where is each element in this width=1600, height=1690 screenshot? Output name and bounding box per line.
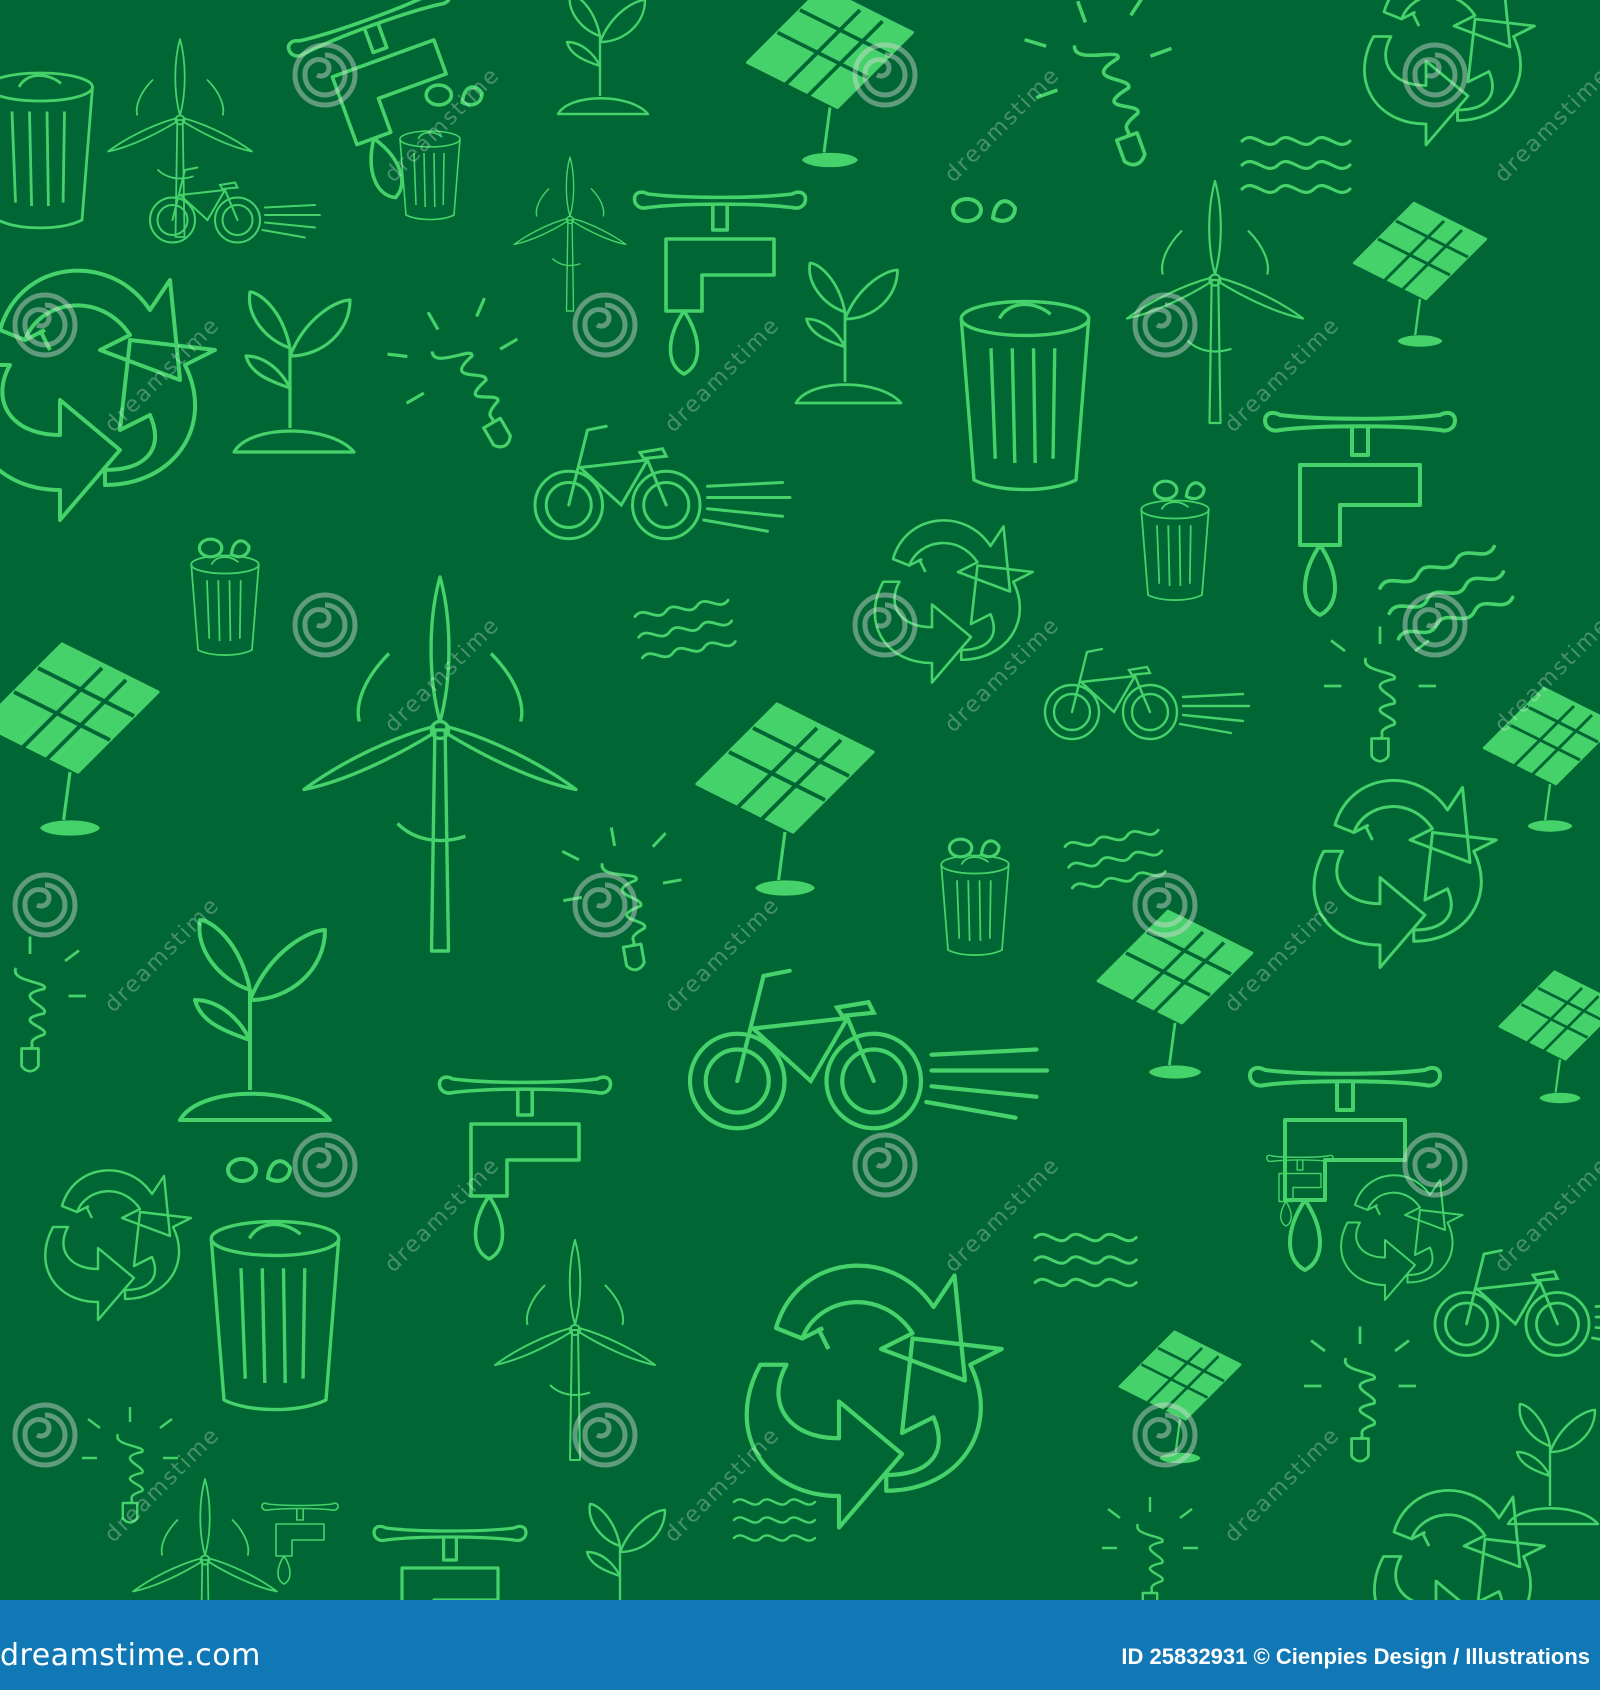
stock-site-name: dreamstime.com [0,1638,261,1673]
wave-icon [633,595,738,663]
light-bulb-icon [1302,1325,1418,1463]
stock-image-credit: ID 25832931 © Cienpies Design / Illustra… [1121,1644,1590,1669]
pattern-canvas [0,0,1600,1600]
wind-turbine-icon [1125,179,1305,425]
wave-icon [1033,1232,1138,1288]
solar-panel-icon [1352,201,1488,348]
wind-turbine-icon [513,156,627,312]
seeds-icon [424,83,484,107]
stock-footer-bar: dreamstime.com ID 25832931 © Cienpies De… [0,1600,1600,1690]
light-bulb-icon [0,935,88,1073]
sprout-icon [556,0,650,116]
seeds-icon [1152,479,1206,501]
sprout-icon [576,1502,670,1600]
faucet-icon [284,0,512,217]
trash-can-icon [1140,499,1210,601]
wind-turbine-icon [494,1239,656,1461]
sprout-icon [232,290,356,454]
solar-panel-icon [0,644,158,834]
bicycle-icon [533,424,792,541]
image-stage: dreamstime dreamstime dreamstime dreamstime… [0,0,1600,1690]
recycle-icon [0,268,218,522]
faucet-icon [372,1524,528,1600]
recycle-icon [747,1266,1002,1528]
trash-can-icon [209,1219,341,1412]
trash-can-icon [940,854,1010,956]
seeds-icon [226,1157,292,1183]
solar-panel-icon [1498,970,1600,1104]
wave-icon [1240,135,1352,195]
faucet-icon [1263,410,1457,617]
wave-icon [1063,825,1168,893]
faucet-icon [437,1075,613,1261]
trash-can-icon [0,71,94,230]
bicycle-icon [1043,647,1251,741]
bicycle-icon [690,971,1047,1129]
light-bulb-icon [1100,1495,1200,1600]
wave-icon [1376,541,1516,645]
wind-turbine-icon [302,575,578,953]
seeds-icon [951,197,1017,223]
faucet-icon [1248,1065,1442,1272]
recycle-icon [873,519,1035,684]
solar-panel-icon [745,0,915,168]
solar-panel-icon [1482,686,1600,833]
wave-icon [732,1498,817,1542]
faucet-icon [261,1502,339,1585]
solar-panel-icon [1096,909,1254,1079]
light-bulb-icon [80,1405,180,1524]
seeds-icon [197,537,251,559]
solar-panel-icon [697,704,873,894]
recycle-icon [44,1169,193,1322]
solar-panel-icon [1118,1330,1242,1464]
sprout-icon [1506,1402,1600,1526]
faucet-icon [632,190,808,376]
recycle-icon [1373,1489,1546,1600]
recycle-icon [1312,778,1498,969]
wind-turbine-icon [132,1478,278,1600]
trash-can-icon [959,299,1091,492]
eco-icon-pattern [0,0,1600,1600]
trash-can-icon [190,554,260,656]
recycle-icon [1340,1174,1464,1301]
sprout-icon [794,261,903,405]
light-bulb-icon [1008,0,1207,191]
sprout-icon [178,918,332,1122]
light-bulb-icon [550,815,697,982]
bicycle-icon [1433,1249,1600,1357]
seeds-icon [947,837,1001,859]
light-bulb-icon [370,278,563,480]
recycle-icon [1363,0,1536,147]
light-bulb-icon [1322,625,1438,763]
trash-can-icon [399,130,461,221]
